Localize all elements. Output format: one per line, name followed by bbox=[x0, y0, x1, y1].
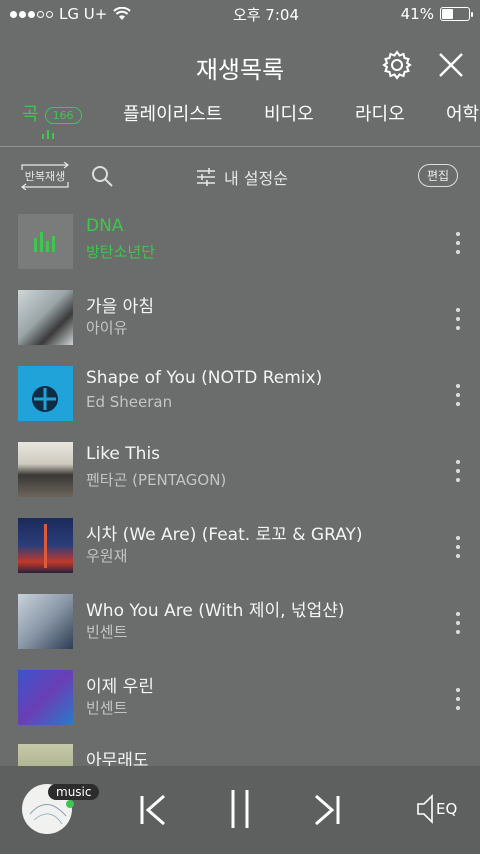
song-title: 시차 (We Are) (Feat. 로꼬 & GRAY) bbox=[86, 525, 363, 545]
list-item[interactable]: Who You Are (With 제이, 넋업샨) 빈센트 bbox=[0, 594, 480, 669]
music-badge: music bbox=[48, 784, 100, 800]
close-icon[interactable] bbox=[434, 48, 468, 82]
search-icon[interactable] bbox=[90, 164, 114, 188]
song-artist: 방탄소년단 bbox=[86, 243, 156, 261]
album-art bbox=[18, 518, 73, 573]
eq-label: EQ bbox=[436, 800, 458, 818]
pause-icon[interactable] bbox=[228, 788, 252, 830]
repeat-button[interactable]: 반복재생 bbox=[18, 162, 72, 190]
more-icon[interactable] bbox=[454, 688, 462, 710]
tab-playlist[interactable]: 플레이리스트 bbox=[123, 100, 222, 126]
album-art bbox=[18, 594, 73, 649]
song-title: 이제 우린 bbox=[86, 677, 154, 697]
song-title: 아무래도 bbox=[86, 751, 149, 766]
header: 재생목록 bbox=[0, 40, 480, 90]
more-icon[interactable] bbox=[454, 232, 462, 254]
song-title: Like This bbox=[86, 444, 161, 464]
album-art bbox=[18, 670, 73, 725]
next-icon[interactable] bbox=[312, 794, 342, 826]
gear-icon[interactable] bbox=[380, 48, 414, 82]
tab-count-badge: 166 bbox=[44, 106, 82, 124]
more-icon[interactable] bbox=[454, 460, 462, 482]
tab-songs[interactable]: 곡 166 bbox=[22, 100, 82, 126]
more-icon[interactable] bbox=[454, 384, 462, 406]
more-icon[interactable] bbox=[454, 612, 462, 634]
song-list: DNA 방탄소년단 가을 아침 아이유 Shape of You (NOTD R… bbox=[0, 206, 480, 766]
song-title: Shape of You (NOTD Remix) bbox=[86, 368, 323, 388]
more-icon[interactable] bbox=[454, 308, 462, 330]
edit-button[interactable]: 편집 bbox=[418, 164, 459, 187]
song-artist: 빈센트 bbox=[86, 623, 128, 641]
album-art bbox=[18, 290, 73, 345]
player-bar: music EQ bbox=[0, 766, 480, 854]
status-bar: LG U+ 오후 7:04 41% bbox=[0, 0, 480, 28]
tab-radio[interactable]: 라디오 bbox=[355, 100, 405, 126]
carrier-label: LG U+ bbox=[59, 5, 108, 23]
song-artist: 빈센트 bbox=[86, 699, 128, 717]
album-art bbox=[18, 744, 73, 766]
list-item[interactable]: 가을 아침 아이유 bbox=[0, 290, 480, 365]
list-item[interactable]: 이제 우린 빈센트 bbox=[0, 670, 480, 745]
speaker-icon bbox=[417, 794, 433, 824]
tab-label: 곡 bbox=[22, 104, 39, 125]
sliders-icon bbox=[197, 168, 215, 186]
battery-icon bbox=[439, 7, 473, 21]
song-artist: 펜타곤 (PENTAGON) bbox=[86, 471, 227, 489]
wifi-icon bbox=[113, 7, 131, 20]
album-art bbox=[18, 366, 73, 421]
repeat-icon bbox=[21, 162, 69, 190]
tab-bar: 곡 166 플레이리스트 비디오 라디오 어학 bbox=[0, 96, 480, 142]
list-item[interactable]: 아무래도 bbox=[0, 744, 480, 766]
sort-label: 내 설정순 bbox=[224, 169, 288, 188]
song-title: Who You Are (With 제이, 넋업샨) bbox=[86, 601, 345, 621]
status-dot bbox=[66, 800, 74, 808]
eq-button[interactable]: EQ bbox=[416, 794, 457, 824]
song-artist: 우원재 bbox=[86, 547, 128, 565]
list-item[interactable]: 시차 (We Are) (Feat. 로꼬 & GRAY) 우원재 bbox=[0, 518, 480, 593]
song-title: 가을 아침 bbox=[86, 297, 154, 317]
divider bbox=[0, 146, 480, 147]
song-artist: Ed Sheeran bbox=[86, 393, 173, 411]
list-item[interactable]: Shape of You (NOTD Remix) Ed Sheeran bbox=[0, 366, 480, 441]
list-item[interactable]: DNA 방탄소년단 bbox=[0, 214, 480, 289]
signal-icon bbox=[10, 10, 53, 18]
previous-icon[interactable] bbox=[138, 794, 168, 826]
album-art bbox=[18, 442, 73, 497]
song-artist: 아이유 bbox=[86, 319, 128, 337]
clock: 오후 7:04 bbox=[232, 5, 299, 24]
equalizer-bars-icon bbox=[42, 130, 54, 139]
song-title: DNA bbox=[86, 216, 124, 236]
list-item[interactable]: Like This 펜타곤 (PENTAGON) bbox=[0, 442, 480, 517]
tab-video[interactable]: 비디오 bbox=[264, 100, 314, 126]
more-icon[interactable] bbox=[454, 536, 462, 558]
battery-percent: 41% bbox=[400, 5, 434, 23]
list-toolbar: 반복재생 내 설정순 편집 bbox=[0, 156, 480, 198]
sort-button[interactable]: 내 설정순 bbox=[196, 165, 288, 189]
album-art bbox=[18, 214, 73, 269]
tab-language[interactable]: 어학 bbox=[446, 100, 479, 126]
